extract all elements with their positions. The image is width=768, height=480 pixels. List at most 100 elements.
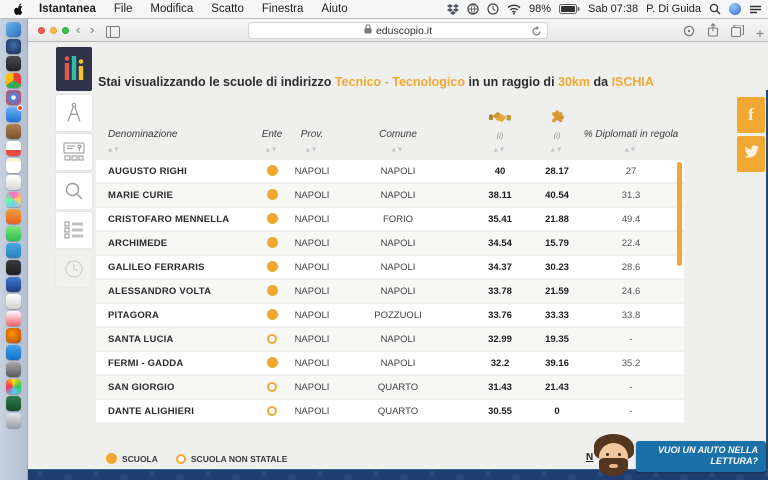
table-row[interactable]: AUGUSTO RIGHI NAPOLI NAPOLI 40 28.17 27 [96, 160, 684, 182]
table-scrollbar[interactable] [677, 162, 682, 266]
column-header-indice-puzzle[interactable]: (i) ▲▼ [536, 108, 578, 153]
spotlight-icon[interactable] [709, 3, 721, 15]
column-header-prov[interactable]: Prov. ▲▼ [292, 108, 332, 153]
dock-app-icon-utility[interactable] [6, 396, 21, 411]
share-icon[interactable] [707, 23, 719, 42]
dock-app-icon-browser[interactable] [6, 90, 21, 105]
menubar-account[interactable]: P. Di Guida [646, 3, 701, 15]
sidebar-compass-icon[interactable] [56, 95, 92, 131]
indice-coerenza-value: 28.17 [545, 165, 569, 177]
dock-app-icon-textedit[interactable] [6, 175, 21, 190]
dock-app-icon-trash[interactable] [6, 413, 21, 428]
notification-center-icon[interactable] [749, 4, 762, 15]
diplomati-in-regola-value: 22.4 [621, 237, 641, 249]
menu-aiuto[interactable]: Aiuto [312, 3, 356, 15]
help-button[interactable]: VUOI UN AIUTO NELLA LETTURA? [636, 441, 766, 472]
dock-app-icon-facetime[interactable] [6, 243, 21, 258]
menu-scatto[interactable]: Scatto [202, 3, 253, 15]
dock-app-icon-chrome[interactable] [6, 73, 21, 88]
dock-app-icon-numbers[interactable] [6, 294, 21, 309]
table-row[interactable]: DANTE ALIGHIERI NAPOLI QUARTO 30.55 0 - [96, 400, 684, 422]
dock-app-icon-calendar[interactable] [6, 141, 21, 156]
window-zoom-button[interactable] [62, 27, 69, 34]
menu-file[interactable]: File [105, 3, 142, 15]
school-prov: NAPOLI [294, 237, 330, 249]
table-row[interactable]: MARIE CURIE NAPOLI NAPOLI 38.11 40.54 31… [96, 184, 684, 206]
dock-app-icon-game-center[interactable] [6, 379, 21, 394]
battery-icon[interactable] [559, 4, 580, 14]
school-type-dot [267, 333, 277, 344]
table-row[interactable]: SANTA LUCIA NAPOLI NAPOLI 32.99 19.35 - [96, 328, 684, 350]
dropbox-icon[interactable] [446, 3, 459, 15]
dock-app-icon-finder[interactable] [6, 22, 21, 37]
reload-icon[interactable] [531, 26, 542, 40]
menubar-app-name[interactable]: Istantanea [30, 3, 105, 15]
dock-app-icon-folder[interactable] [6, 124, 21, 139]
column-header-diplomati[interactable]: % Diplomati in regola ▲▼ [578, 108, 684, 153]
time-machine-icon[interactable] [487, 3, 499, 15]
tab-overview-icon[interactable] [730, 23, 744, 42]
menu-finestra[interactable]: Finestra [253, 3, 313, 15]
sort-arrows-icon[interactable]: ▲▼ [494, 147, 506, 153]
info-label[interactable]: (i) [554, 131, 561, 140]
sidebar-search-icon[interactable] [56, 173, 92, 209]
dock-app-icon-notes[interactable] [6, 158, 21, 173]
table-row[interactable]: CRISTOFARO MENNELLA NAPOLI FORIO 35.41 2… [96, 208, 684, 230]
dock-app-icon-sketch[interactable] [6, 260, 21, 275]
wifi-icon[interactable] [507, 4, 521, 15]
sort-arrows-icon[interactable]: ▲▼ [392, 147, 404, 153]
column-header-ente[interactable]: Ente ▲▼ [252, 108, 292, 153]
table-row[interactable]: ARCHIMEDE NAPOLI NAPOLI 34.54 15.79 22.4 [96, 232, 684, 254]
twitter-share-button[interactable] [737, 136, 765, 172]
dock-app-icon-music[interactable] [6, 311, 21, 326]
siri-icon[interactable] [729, 3, 741, 15]
dock-app-icon-photos[interactable] [6, 192, 21, 207]
dock-app-icon-safari[interactable] [6, 39, 21, 54]
dock-app-icon-mail[interactable] [6, 105, 23, 122]
school-prov: NAPOLI [294, 333, 330, 345]
column-header-indice-handshake[interactable]: (i) ▲▼ [464, 108, 536, 153]
dock-app-icon-messages[interactable] [6, 226, 21, 241]
address-bar[interactable]: eduscopio.it [248, 22, 548, 39]
dock-app-icon-preview[interactable] [6, 209, 21, 224]
sort-arrows-icon[interactable]: ▲▼ [306, 147, 318, 153]
sort-arrows-icon[interactable]: ▲▼ [551, 147, 563, 153]
eduscopio-logo[interactable] [56, 47, 92, 96]
table-row[interactable]: SAN GIORGIO NAPOLI QUARTO 31.43 21.43 - [96, 376, 684, 398]
dock-app-icon-word[interactable] [6, 277, 21, 292]
sort-arrows-icon[interactable]: ▲▼ [108, 147, 120, 153]
dock-app-icon-settings[interactable] [6, 362, 21, 377]
back-button[interactable]: ‹ [76, 22, 80, 38]
table-row[interactable]: PITAGORA NAPOLI POZZUOLI 33.76 33.33 33.… [96, 304, 684, 326]
sidebar-classroom-icon[interactable] [56, 134, 92, 170]
dock-app-icon-camera[interactable] [6, 56, 21, 71]
diplomati-in-regola-value: - [629, 333, 633, 345]
info-label[interactable]: (i) [497, 131, 504, 140]
sort-arrows-icon[interactable]: ▲▼ [625, 147, 637, 153]
column-header-denominazione[interactable]: Denominazione ▲▼ [96, 108, 252, 153]
table-row[interactable]: FERMI - GADDA NAPOLI NAPOLI 32.2 39.16 3… [96, 352, 684, 374]
menubar-clock[interactable]: Sab 07:38 [588, 3, 638, 15]
column-header-comune[interactable]: Comune ▲▼ [332, 108, 464, 153]
sidebar-checklist-icon[interactable] [56, 212, 92, 248]
dock-app-icon-appstore[interactable] [6, 345, 21, 360]
apple-menu-icon[interactable] [12, 3, 24, 16]
menu-modifica[interactable]: Modifica [141, 3, 202, 15]
window-minimize-button[interactable] [50, 27, 57, 34]
window-close-button[interactable] [38, 27, 45, 34]
table-row[interactable]: GALILEO FERRARIS NAPOLI NAPOLI 34.37 30.… [96, 256, 684, 278]
status-globe-icon[interactable] [467, 3, 479, 15]
sidebar-toggle-icon[interactable] [106, 25, 120, 43]
helper-avatar[interactable] [591, 434, 639, 480]
school-name: SANTA LUCIA [108, 333, 174, 345]
sidebar-clock-icon[interactable] [56, 251, 92, 287]
facebook-icon: f [748, 105, 754, 124]
new-tab-button[interactable]: + [756, 26, 764, 40]
table-row[interactable]: ALESSANDRO VOLTA NAPOLI NAPOLI 33.78 21.… [96, 280, 684, 302]
forward-button[interactable]: › [90, 22, 94, 38]
sort-arrows-icon[interactable]: ▲▼ [266, 147, 278, 153]
reader-circle-icon[interactable] [683, 24, 695, 42]
diplomati-in-regola-value: 33.8 [621, 309, 641, 321]
dock-app-icon-firefox[interactable] [6, 328, 21, 343]
facebook-share-button[interactable]: f [737, 97, 765, 133]
